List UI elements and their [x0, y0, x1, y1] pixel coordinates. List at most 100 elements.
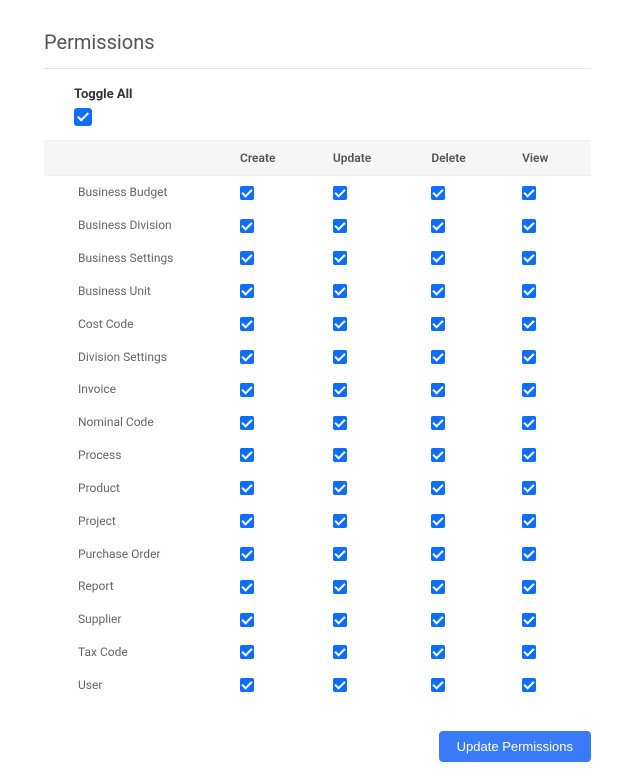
permission-checkbox[interactable]	[431, 547, 445, 561]
table-row: Business Settings	[44, 242, 591, 275]
permission-checkbox[interactable]	[431, 613, 445, 627]
permission-checkbox[interactable]	[522, 613, 536, 627]
col-header: Delete	[425, 141, 516, 176]
permission-checkbox[interactable]	[431, 481, 445, 495]
permission-checkbox[interactable]	[431, 219, 445, 233]
update-permissions-button[interactable]: Update Permissions	[439, 731, 591, 762]
permission-checkbox[interactable]	[333, 284, 347, 298]
permission-checkbox[interactable]	[431, 645, 445, 659]
permission-checkbox[interactable]	[240, 481, 254, 495]
permission-checkbox[interactable]	[431, 448, 445, 462]
permission-checkbox[interactable]	[522, 416, 536, 430]
permission-checkbox[interactable]	[333, 251, 347, 265]
permission-checkbox[interactable]	[431, 284, 445, 298]
permission-name: Purchase Order	[44, 537, 234, 570]
permission-name: Process	[44, 439, 234, 472]
permission-checkbox[interactable]	[240, 613, 254, 627]
permission-name: Cost Code	[44, 307, 234, 340]
table-row: Business Division	[44, 209, 591, 242]
permission-checkbox[interactable]	[522, 678, 536, 692]
permission-checkbox[interactable]	[522, 350, 536, 364]
permission-checkbox[interactable]	[431, 251, 445, 265]
permission-checkbox[interactable]	[522, 481, 536, 495]
permission-name: Tax Code	[44, 636, 234, 669]
table-row: Tax Code	[44, 636, 591, 669]
table-row: Purchase Order	[44, 537, 591, 570]
permission-checkbox[interactable]	[240, 580, 254, 594]
permission-checkbox[interactable]	[522, 448, 536, 462]
permission-checkbox[interactable]	[431, 350, 445, 364]
permission-checkbox[interactable]	[333, 350, 347, 364]
permission-name: Invoice	[44, 373, 234, 406]
col-header: Create	[234, 141, 327, 176]
permission-checkbox[interactable]	[522, 383, 536, 397]
permission-name: User	[44, 668, 234, 701]
permission-checkbox[interactable]	[333, 481, 347, 495]
permission-checkbox[interactable]	[240, 350, 254, 364]
permission-checkbox[interactable]	[240, 645, 254, 659]
permission-name: Business Budget	[44, 176, 234, 209]
table-row: Product	[44, 471, 591, 504]
table-row: Supplier	[44, 603, 591, 636]
permission-checkbox[interactable]	[240, 186, 254, 200]
permission-name: Business Division	[44, 209, 234, 242]
permission-checkbox[interactable]	[522, 547, 536, 561]
table-row: Division Settings	[44, 340, 591, 373]
permission-checkbox[interactable]	[333, 317, 347, 331]
permission-checkbox[interactable]	[431, 580, 445, 594]
permission-name: Business Unit	[44, 274, 234, 307]
permission-checkbox[interactable]	[522, 186, 536, 200]
permission-checkbox[interactable]	[240, 416, 254, 430]
permission-checkbox[interactable]	[240, 547, 254, 561]
permission-checkbox[interactable]	[333, 186, 347, 200]
permission-checkbox[interactable]	[333, 448, 347, 462]
permission-checkbox[interactable]	[431, 186, 445, 200]
permission-name: Division Settings	[44, 340, 234, 373]
permission-checkbox[interactable]	[333, 580, 347, 594]
permission-name: Product	[44, 471, 234, 504]
permission-checkbox[interactable]	[333, 219, 347, 233]
permission-checkbox[interactable]	[333, 645, 347, 659]
permission-checkbox[interactable]	[240, 383, 254, 397]
permission-checkbox[interactable]	[240, 219, 254, 233]
permissions-table: Create Update Delete View Business Budge…	[44, 140, 591, 701]
permission-checkbox[interactable]	[333, 416, 347, 430]
table-row: Invoice	[44, 373, 591, 406]
permission-checkbox[interactable]	[431, 317, 445, 331]
permission-checkbox[interactable]	[240, 284, 254, 298]
permission-checkbox[interactable]	[333, 613, 347, 627]
table-row: Cost Code	[44, 307, 591, 340]
permission-name: Business Settings	[44, 242, 234, 275]
permission-checkbox[interactable]	[240, 678, 254, 692]
col-header: Update	[327, 141, 426, 176]
toggle-all-checkbox[interactable]	[74, 108, 92, 126]
permission-name: Report	[44, 570, 234, 603]
permission-checkbox[interactable]	[522, 284, 536, 298]
permission-checkbox[interactable]	[333, 383, 347, 397]
permission-checkbox[interactable]	[240, 251, 254, 265]
table-row: User	[44, 668, 591, 701]
permission-checkbox[interactable]	[333, 547, 347, 561]
permission-checkbox[interactable]	[431, 678, 445, 692]
toggle-all-label: Toggle All	[74, 87, 591, 102]
permission-checkbox[interactable]	[522, 645, 536, 659]
permission-checkbox[interactable]	[240, 514, 254, 528]
permission-name: Nominal Code	[44, 406, 234, 439]
permission-checkbox[interactable]	[522, 580, 536, 594]
col-header: View	[516, 141, 591, 176]
table-row: Project	[44, 504, 591, 537]
permission-checkbox[interactable]	[522, 317, 536, 331]
permission-checkbox[interactable]	[522, 251, 536, 265]
permission-checkbox[interactable]	[431, 383, 445, 397]
permission-checkbox[interactable]	[522, 219, 536, 233]
permission-checkbox[interactable]	[240, 317, 254, 331]
table-row: Nominal Code	[44, 406, 591, 439]
table-row: Report	[44, 570, 591, 603]
permission-checkbox[interactable]	[431, 416, 445, 430]
table-row: Business Unit	[44, 274, 591, 307]
permission-checkbox[interactable]	[333, 514, 347, 528]
permission-checkbox[interactable]	[522, 514, 536, 528]
permission-checkbox[interactable]	[333, 678, 347, 692]
permission-checkbox[interactable]	[431, 514, 445, 528]
permission-checkbox[interactable]	[240, 448, 254, 462]
